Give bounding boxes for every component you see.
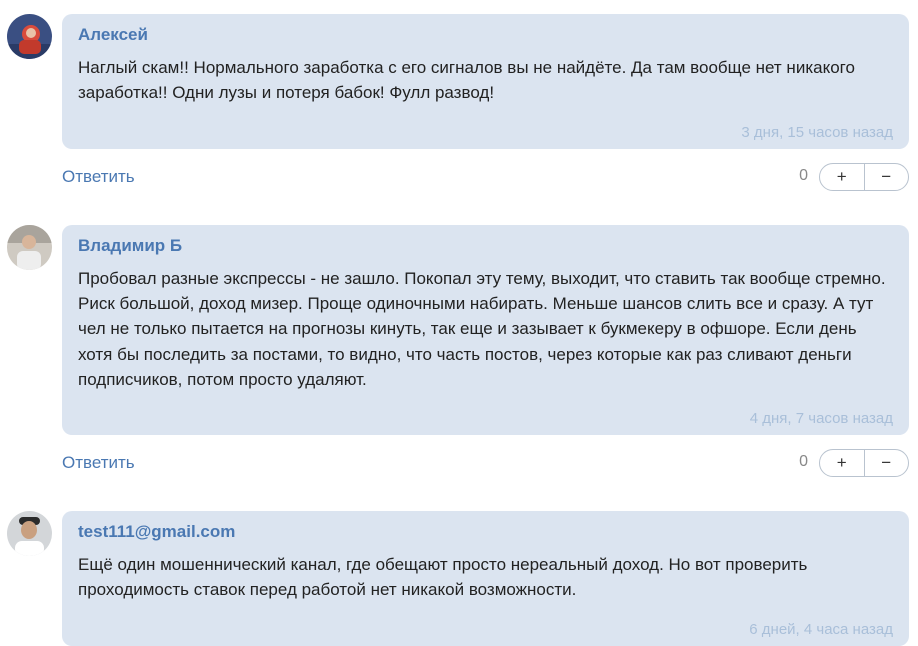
comment-actions: Ответить 0 + − — [62, 449, 909, 479]
comment-bubble: Алексей Наглый скам!! Нормального зарабо… — [62, 14, 909, 149]
avatar[interactable] — [7, 225, 52, 270]
downvote-button[interactable]: − — [865, 164, 909, 190]
upvote-button[interactable]: + — [820, 164, 864, 190]
comment-text: Наглый скам!! Нормального заработка с ег… — [78, 58, 855, 103]
author-name[interactable]: Алексей — [78, 24, 893, 46]
vote-score: 0 — [799, 167, 808, 184]
comment-actions: Ответить 0 + − — [62, 163, 909, 193]
avatar-image — [7, 14, 52, 59]
avatar[interactable] — [7, 511, 52, 556]
author-name[interactable]: Владимир Б — [78, 235, 893, 257]
comment-bubble: test111@gmail.com Ещё один мошеннический… — [62, 511, 909, 646]
avatar-image — [7, 511, 52, 556]
avatar[interactable] — [7, 14, 52, 59]
reply-button[interactable]: Ответить — [62, 167, 135, 187]
comment-text: Пробовал разные экспрессы - не зашло. По… — [78, 269, 886, 389]
downvote-button[interactable]: − — [865, 450, 909, 476]
comment-text: Ещё один мошеннический канал, где обещаю… — [78, 555, 808, 600]
upvote-button[interactable]: + — [820, 450, 864, 476]
vote-control: + − — [819, 449, 909, 477]
comment-bubble: Владимир Б Пробовал разные экспрессы - н… — [62, 225, 909, 435]
timestamp: 3 дня, 15 часов назад — [741, 124, 893, 141]
vote-control: + − — [819, 163, 909, 191]
reply-button[interactable]: Ответить — [62, 453, 135, 473]
timestamp: 6 дней, 4 часа назад — [749, 621, 893, 638]
avatar-image — [7, 225, 52, 270]
author-name[interactable]: test111@gmail.com — [78, 521, 893, 543]
vote-score: 0 — [799, 453, 808, 470]
timestamp: 4 дня, 7 часов назад — [749, 410, 893, 427]
